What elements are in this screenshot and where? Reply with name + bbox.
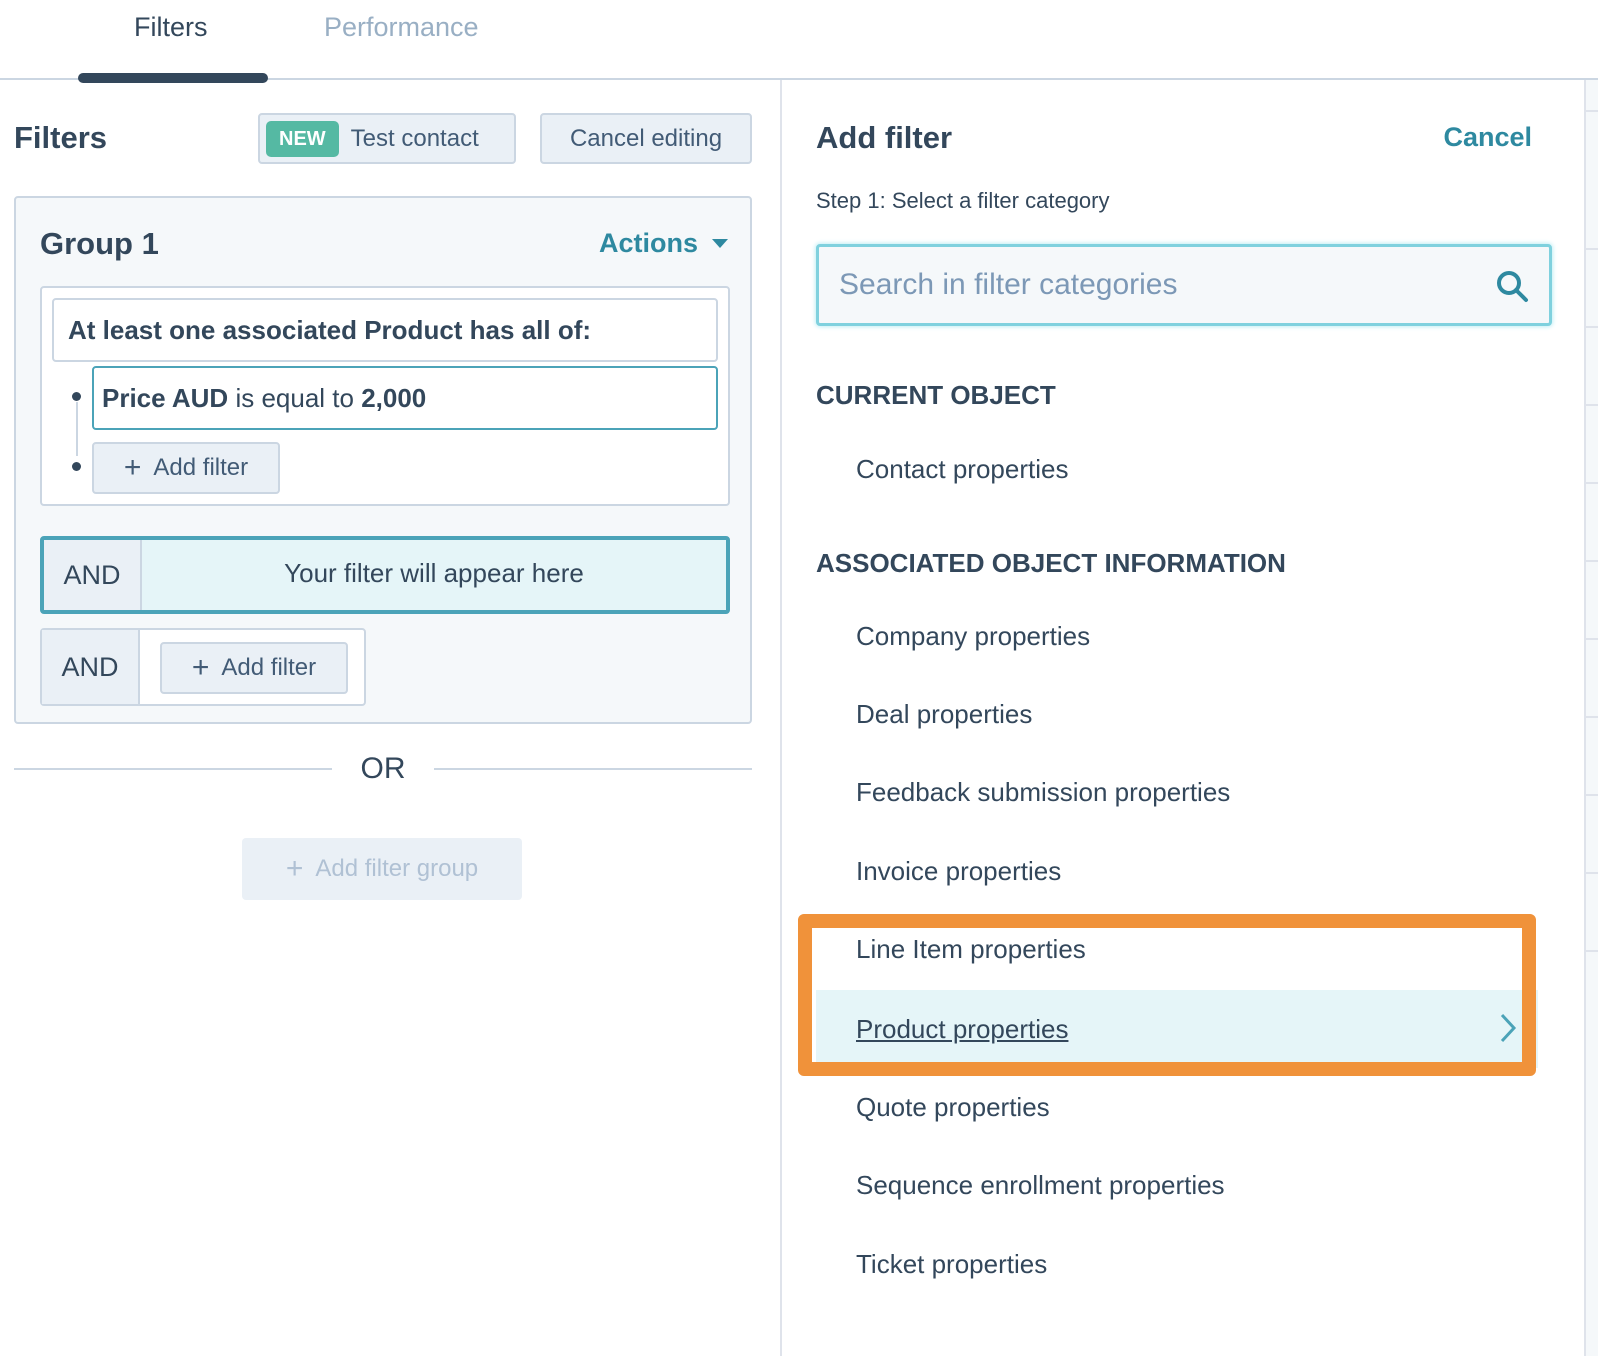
category-item-invoice[interactable]: Invoice properties: [816, 832, 1538, 910]
condition-operator: is equal to: [235, 383, 354, 413]
step-label: Step 1: Select a filter category: [816, 188, 1110, 213]
search-input[interactable]: [819, 247, 1459, 323]
category-item-company[interactable]: Company properties: [816, 597, 1538, 675]
plus-icon: +: [123, 451, 142, 484]
filter-placeholder: Your filter will appear here: [284, 558, 584, 588]
tab-bar: Filters Performance: [0, 0, 1598, 83]
plus-icon: +: [191, 651, 210, 684]
divider: [1586, 716, 1598, 718]
category-item-contact[interactable]: Contact properties: [816, 430, 1538, 508]
association-filter-block: At least one associated Product has all …: [40, 286, 730, 506]
test-contact-button[interactable]: NEW Test contact: [258, 113, 516, 164]
add-filter-group-label: Add filter group: [315, 855, 479, 882]
add-filter-panel: Add filter Cancel Step 1: Select a filte…: [784, 80, 1584, 1356]
filters-title: Filters: [14, 120, 108, 155]
divider: [1586, 482, 1598, 484]
add-filter-button[interactable]: + Add filter: [160, 642, 348, 694]
plus-icon: +: [285, 852, 304, 885]
divider: [1586, 248, 1598, 250]
pending-filter-row: AND Your filter will appear here: [40, 536, 730, 614]
category-item-quote[interactable]: Quote properties: [816, 1068, 1538, 1146]
category-item-label: Product properties: [856, 1014, 1069, 1044]
tab-performance[interactable]: Performance: [324, 12, 479, 43]
test-contact-label: Test contact: [350, 124, 479, 152]
divider: [434, 768, 752, 770]
divider: [1586, 110, 1598, 112]
condition-property: Price AUD: [102, 383, 229, 413]
cancel-link[interactable]: Cancel: [1443, 122, 1532, 153]
divider: [1586, 326, 1598, 328]
divider: [1586, 638, 1598, 640]
chevron-right-icon: [1498, 1012, 1518, 1051]
bullet-icon: [72, 462, 81, 471]
category-item-product[interactable]: Product properties: [816, 990, 1538, 1068]
add-filter-title: Add filter: [816, 120, 953, 155]
add-filter-group-button[interactable]: + Add filter group: [242, 838, 522, 900]
bullet-icon: [72, 392, 81, 401]
category-item-feedback[interactable]: Feedback submission properties: [816, 753, 1538, 831]
category-item-sequence-enrollment[interactable]: Sequence enrollment properties: [816, 1146, 1538, 1224]
add-filter-label: Add filter: [153, 454, 249, 481]
divider: [1586, 872, 1598, 874]
add-filter-inner-button[interactable]: + Add filter: [92, 442, 280, 494]
filter-group: Group 1 Actions At least one associated …: [14, 196, 752, 724]
category-item-line-item[interactable]: Line Item properties: [816, 910, 1538, 988]
category-item-ticket[interactable]: Ticket properties: [816, 1225, 1538, 1303]
right-edge-column: [1584, 80, 1598, 1356]
or-separator: OR: [14, 750, 752, 790]
filter-condition[interactable]: Price AUD is equal to 2,000: [92, 366, 718, 430]
divider: [1586, 560, 1598, 562]
new-badge: NEW: [266, 120, 339, 157]
tab-filters[interactable]: Filters: [134, 12, 208, 43]
association-header: At least one associated Product has all …: [52, 298, 718, 362]
divider: [1586, 794, 1598, 796]
divider: [1586, 404, 1598, 406]
add-filter-label: Add filter: [221, 654, 317, 681]
search-box: [816, 244, 1552, 326]
category-item-deal[interactable]: Deal properties: [816, 675, 1538, 753]
filters-panel: Filters NEW Test contact Cancel editing …: [0, 80, 782, 1356]
and-add-filter-row: AND + Add filter: [40, 628, 366, 706]
and-label: AND: [42, 630, 140, 704]
tree-connector: [76, 402, 78, 456]
condition-value: 2,000: [361, 383, 427, 413]
section-header-associated-objects: ASSOCIATED OBJECT INFORMATION: [816, 548, 1286, 578]
divider: [1586, 950, 1598, 952]
section-header-current-object: CURRENT OBJECT: [816, 380, 1056, 410]
actions-label: Actions: [598, 228, 698, 258]
cancel-editing-button[interactable]: Cancel editing: [540, 113, 752, 164]
search-icon[interactable]: [1495, 269, 1529, 308]
and-label: AND: [44, 540, 142, 610]
group-title: Group 1: [40, 226, 159, 261]
actions-dropdown[interactable]: Actions: [599, 228, 728, 259]
caret-down-icon: [712, 239, 728, 248]
